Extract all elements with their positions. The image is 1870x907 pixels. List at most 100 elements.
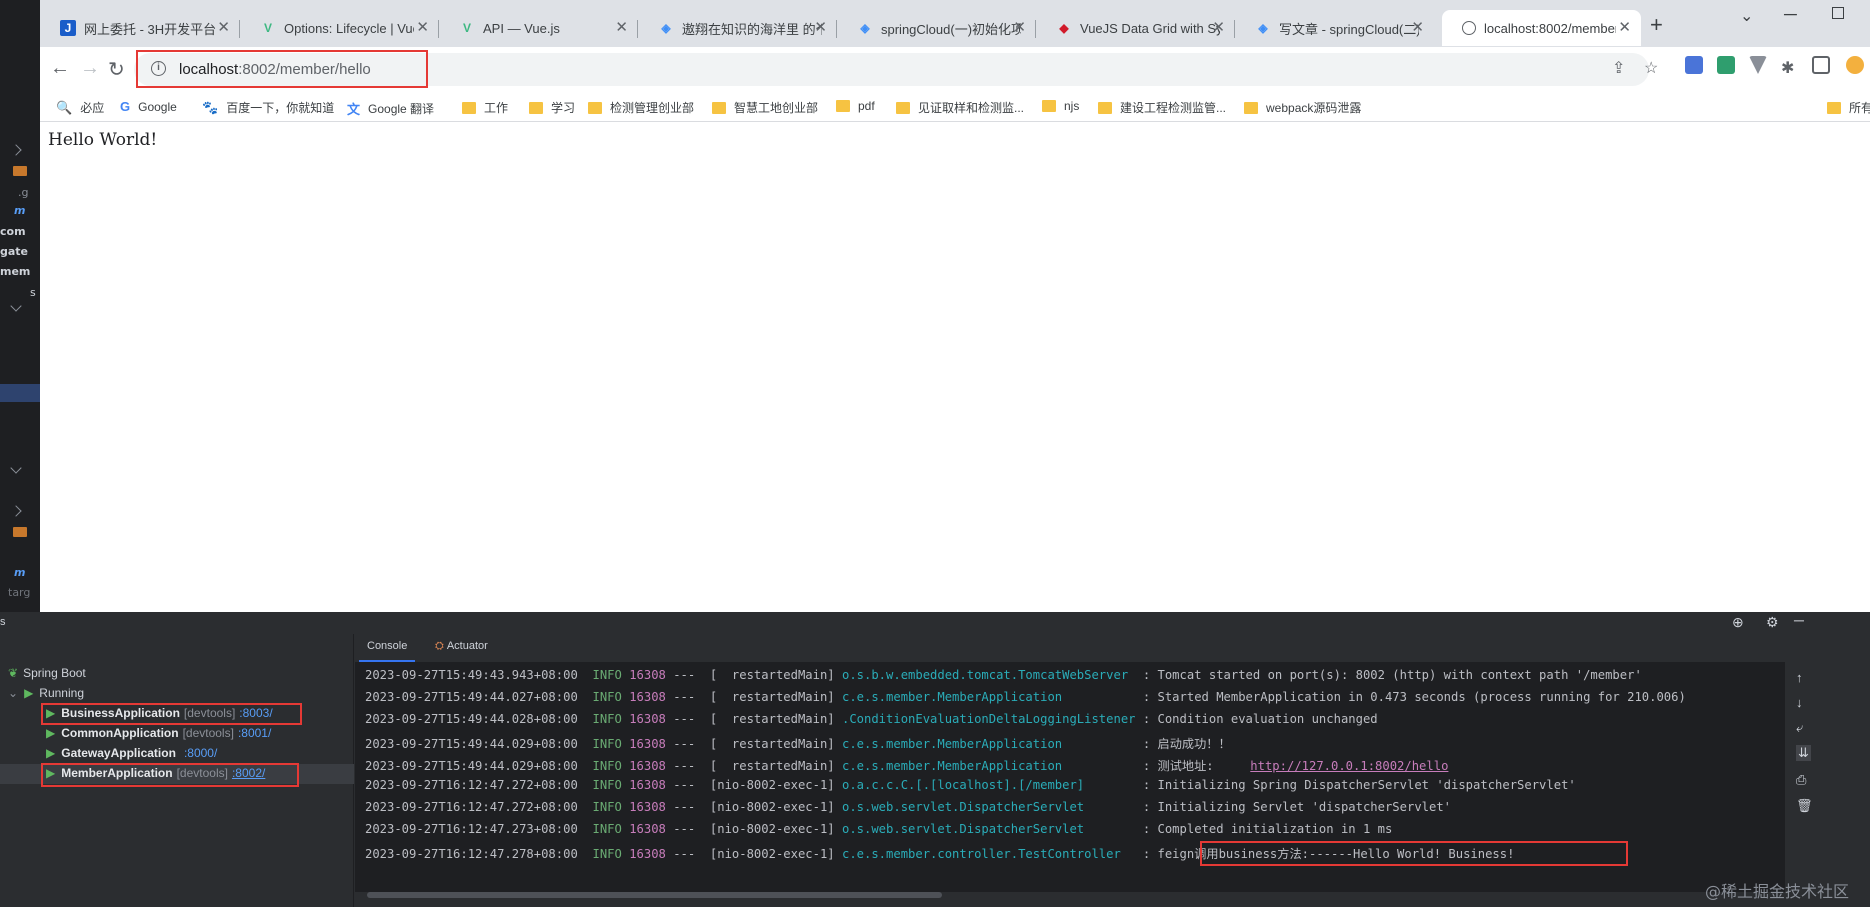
log-level: INFO xyxy=(592,668,622,682)
tab-wangshang[interactable]: J 网上委托 - 3H开发平台 ✕ xyxy=(40,10,240,46)
csdn-icon: ◈ xyxy=(661,21,671,35)
close-icon[interactable]: ✕ xyxy=(814,20,827,36)
tree-spring-boot[interactable]: ❦ Spring Boot xyxy=(8,666,86,680)
bookmark-folder-zhihui[interactable]: 智慧工地创业部 xyxy=(712,99,818,116)
close-icon[interactable]: ✕ xyxy=(1013,20,1026,36)
log-message: : Initializing Spring DispatcherServlet … xyxy=(1135,778,1576,792)
console-tab-bar: Console ⛭ Actuator xyxy=(355,634,1845,662)
app-tag: [devtools] xyxy=(182,726,234,740)
gear-icon[interactable]: ⚙ xyxy=(1766,614,1779,631)
google-icon: G xyxy=(120,99,131,114)
bookmark-label: 所有 xyxy=(1849,101,1870,115)
screen: .g m com gate mem s m targ J 网上委托 - 3H开发… xyxy=(0,0,1870,907)
tab-springcloud-1[interactable]: ◈ springCloud(一)初始化项目 ✕ xyxy=(837,10,1036,46)
scroll-to-end-icon[interactable]: ⇊ xyxy=(1796,745,1811,761)
chevron-right-icon[interactable] xyxy=(10,144,22,156)
new-tab-button[interactable]: + xyxy=(1650,12,1663,38)
tree-common-application[interactable]: ▶ CommonApplication [devtools]:8001/ xyxy=(46,726,271,740)
module-gateway[interactable]: gate xyxy=(0,245,40,258)
tree-running-group[interactable]: ⌄ ▶ Running xyxy=(8,686,84,700)
scroll-down-icon[interactable]: ↓ xyxy=(1796,695,1803,710)
forward-icon[interactable]: → xyxy=(80,57,100,80)
log-thread: --- [ restartedMain] xyxy=(673,737,835,751)
chevron-down-icon[interactable] xyxy=(10,462,22,474)
puzzle-icon[interactable]: ✱ xyxy=(1781,58,1794,78)
log-message: : Condition evaluation unchanged xyxy=(1135,712,1378,726)
url-highlight-box xyxy=(136,50,428,88)
target-icon[interactable]: ⊕ xyxy=(1732,614,1744,631)
log-message: : Tomcat started on port(s): 8002 (http)… xyxy=(1135,668,1642,682)
bookmark-folder-all[interactable]: 所有 xyxy=(1827,99,1870,116)
folder-icon xyxy=(1244,101,1258,114)
translate-extension-icon[interactable] xyxy=(1685,56,1703,74)
restore-icon[interactable]: ─ xyxy=(1784,4,1797,25)
avatar[interactable] xyxy=(1846,56,1864,74)
bookmark-folder-jianshe[interactable]: 建设工程检测监管... xyxy=(1098,99,1226,116)
bookmark-folder-jiance[interactable]: 检测管理创业部 xyxy=(588,99,694,116)
close-icon[interactable]: ✕ xyxy=(1212,20,1225,36)
tab-title: 写文章 - springCloud(二) xyxy=(1279,21,1419,37)
bookmark-folder-njs[interactable]: njs xyxy=(1042,99,1079,113)
bookmark-folder-webpack[interactable]: webpack源码泄露 xyxy=(1244,99,1361,116)
log-logger: .ConditionEvaluationDeltaLoggingListener xyxy=(842,712,1136,726)
folder-icon xyxy=(1042,100,1056,112)
tab-vue-api[interactable]: V API — Vue.js ✕ xyxy=(439,10,638,46)
maximize-icon[interactable] xyxy=(1832,7,1844,19)
selection-bar xyxy=(0,384,40,402)
close-icon[interactable]: ✕ xyxy=(615,20,628,36)
close-icon[interactable]: ✕ xyxy=(1411,20,1424,36)
log-level: INFO xyxy=(592,847,622,861)
scroll-up-icon[interactable]: ↑ xyxy=(1796,670,1803,685)
close-icon[interactable]: ✕ xyxy=(1618,20,1631,36)
bookmark-google[interactable]: G Google xyxy=(120,99,177,114)
tab-console[interactable]: Console xyxy=(358,640,416,662)
log-timestamp: 2023-09-27T16:12:47.278+08:00 xyxy=(365,847,578,861)
bookmark-folder-work[interactable]: 工作 xyxy=(462,99,508,116)
bookmark-label: 智慧工地创业部 xyxy=(734,101,819,115)
folder-icon xyxy=(13,166,27,176)
tab-vuejs-datagrid[interactable]: ◆ VueJS Data Grid with Sy ✕ xyxy=(1036,10,1235,46)
tab-title: 网上委托 - 3H开发平台 xyxy=(84,21,217,37)
log-logger: o.s.b.w.embedded.tomcat.TomcatWebServer xyxy=(842,668,1136,682)
chevron-down-icon[interactable] xyxy=(10,300,22,312)
hide-icon[interactable]: ─ xyxy=(1794,612,1804,628)
module-member[interactable]: mem xyxy=(0,265,40,278)
j-icon: J xyxy=(60,20,76,36)
share-icon[interactable]: ⇪ xyxy=(1612,58,1625,78)
trash-icon[interactable]: 🗑 xyxy=(1796,798,1813,814)
log-link[interactable]: http://127.0.0.1:8002/hello xyxy=(1250,759,1448,773)
minimize-icon[interactable]: ⌄ xyxy=(1740,6,1753,26)
tab-csdn-profile[interactable]: ◈ 遨翔在知识的海洋里 的个人 ✕ xyxy=(638,10,837,46)
log-logger: o.s.web.servlet.DispatcherServlet xyxy=(842,800,1136,814)
extension-icon[interactable] xyxy=(1717,56,1735,74)
bookmark-folder-jianzheng[interactable]: 见证取样和检测监... xyxy=(896,99,1024,116)
close-icon[interactable]: ✕ xyxy=(217,20,230,36)
bookmark-folder-pdf[interactable]: pdf xyxy=(836,99,875,113)
horizontal-scrollbar[interactable] xyxy=(367,892,942,898)
tab-localhost-active[interactable]: localhost:8002/member/hello ✕ xyxy=(1442,10,1641,46)
tab-write-article[interactable]: ◈ 写文章 - springCloud(二) ✕ xyxy=(1235,10,1434,46)
reload-icon[interactable]: ↻ xyxy=(108,57,125,82)
back-icon[interactable]: ← xyxy=(50,57,70,80)
app-port-link[interactable]: :8000/ xyxy=(184,746,217,760)
csdn-icon: ◈ xyxy=(860,21,870,35)
app-port-link[interactable]: :8001/ xyxy=(238,726,271,740)
soft-wrap-icon[interactable]: ⤶ xyxy=(1796,720,1803,736)
search-icon: 🔍 xyxy=(56,99,73,115)
print-icon[interactable]: ⎙ xyxy=(1796,772,1806,788)
bookmark-baidu[interactable]: 🐾 百度一下，你就知道 xyxy=(202,99,334,116)
bookmark-label: pdf xyxy=(858,99,875,113)
tab-vue-lifecycle[interactable]: V Options: Lifecycle | Vue.js ✕ xyxy=(240,10,439,46)
tree-gateway-application[interactable]: ▶ GatewayApplication:8000/ xyxy=(46,746,217,760)
close-icon[interactable]: ✕ xyxy=(416,20,429,36)
star-icon[interactable]: ☆ xyxy=(1644,58,1658,78)
bookmark-bing[interactable]: 🔍 必应 xyxy=(56,99,104,116)
bookmark-label: 建设工程检测监管... xyxy=(1120,101,1227,115)
folder-icon xyxy=(1827,101,1841,114)
bookmark-google-translate[interactable]: 文 Google 翻译 xyxy=(347,99,434,118)
tab-actuator[interactable]: ⛭ Actuator xyxy=(435,640,488,653)
bookmark-folder-study[interactable]: 学习 xyxy=(529,99,575,116)
sidepanel-icon[interactable] xyxy=(1812,56,1830,74)
module-com[interactable]: com xyxy=(0,225,40,238)
chevron-right-icon[interactable] xyxy=(10,505,22,517)
